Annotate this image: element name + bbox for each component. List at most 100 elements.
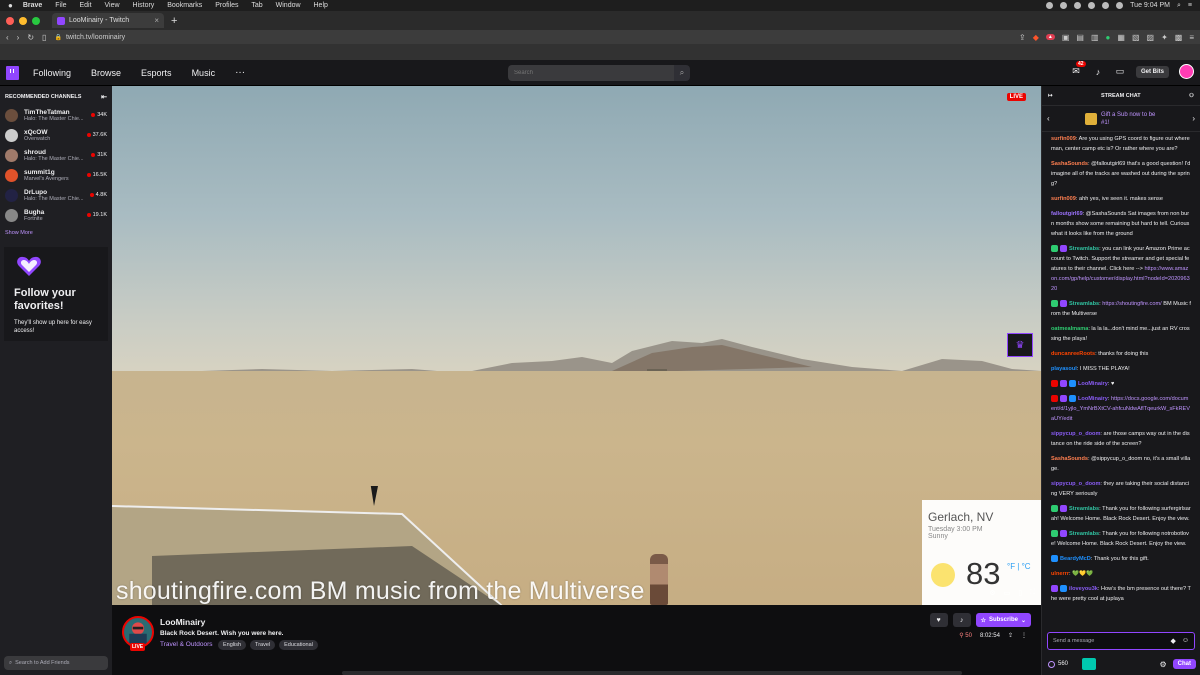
tag-english[interactable]: English [218,640,247,650]
video-player[interactable]: LIVE ♛ shoutingfire.com BM music from th… [112,86,1041,605]
chat-username[interactable]: falloutgirl69 [1051,211,1083,217]
notification-bell-button[interactable]: ♪ [952,613,971,627]
chat-username[interactable]: surfin009 [1051,136,1076,142]
chat-badge-icon[interactable] [1060,530,1067,538]
menu-help[interactable]: Help [314,2,328,9]
chat-badge-icon[interactable] [1069,380,1076,388]
battery-icon[interactable] [1116,2,1124,9]
chat-badge-icon[interactable] [1060,380,1067,388]
status-icon[interactable] [1074,2,1082,9]
chat-badge-icon[interactable] [1069,395,1076,403]
status-icon[interactable] [1088,2,1096,9]
puzzle-icon[interactable]: ✦ [1161,33,1168,42]
chevron-left-icon[interactable]: ‹ [1047,114,1050,123]
extension-icon[interactable]: ▨ [1147,33,1155,42]
share-icon[interactable]: ⇪ [1008,632,1013,639]
more-options-icon[interactable]: ⋮ [1021,632,1027,639]
status-icon[interactable] [1060,2,1068,9]
bell-icon[interactable]: ♪ [1092,66,1104,78]
chat-username[interactable]: Streamlabs [1069,301,1099,307]
brave-shield-icon[interactable]: ◆ [1033,33,1039,42]
menu-tab[interactable]: Tab [251,2,262,9]
brave-rewards-icon[interactable]: ▲ [1045,34,1055,40]
chat-username[interactable]: sippycup_o_doom [1051,431,1100,437]
back-icon[interactable]: ‹ [6,33,9,42]
user-avatar[interactable] [1179,64,1194,79]
chat-username[interactable]: surfin009 [1051,196,1076,202]
forward-icon[interactable]: › [17,33,20,42]
menu-file[interactable]: File [55,2,66,9]
inbox-icon[interactable]: ✉ 42 [1070,60,1086,78]
chat-badge-icon[interactable] [1051,245,1058,253]
control-center-icon[interactable]: ≡ [1188,2,1192,9]
nav-music[interactable]: Music [192,68,216,78]
browser-tab[interactable]: LooMinairy - Twitch × [52,13,164,28]
chat-username[interactable]: iloveyou3k [1069,586,1098,592]
chevron-right-icon[interactable]: › [1192,114,1195,123]
chat-badge-icon[interactable] [1051,505,1058,513]
twitch-logo-icon[interactable] [6,65,19,80]
close-window-button[interactable] [6,16,14,25]
chat-username[interactable]: sippycup_o_doom [1051,481,1100,487]
new-tab-button[interactable]: + [171,15,177,27]
channel-points[interactable]: 560 [1048,660,1068,668]
emote-icon[interactable]: ☺ [1182,637,1189,645]
sidebar-channel[interactable]: shroud Halo: The Master Chie... 31K [0,145,112,165]
theatre-mode-icon[interactable]: ▯ [1018,589,1022,597]
collapse-chat-icon[interactable]: ↦ [1048,93,1053,99]
reload-icon[interactable]: ↻ [27,33,34,42]
chat-input[interactable]: Send a message ◆ ☺ [1047,632,1195,650]
extension-icon[interactable]: ▧ [1132,33,1140,42]
stream-category[interactable]: Travel & Outdoors [160,641,213,648]
sidebar-channel[interactable]: TimTheTatman Halo: The Master Chie... 34K [0,105,112,125]
nav-esports[interactable]: Esports [141,68,172,78]
tag-educational[interactable]: Educational [279,640,318,650]
menu-clock[interactable]: Tue 9:04 PM [1130,2,1170,9]
menu-view[interactable]: View [105,2,120,9]
menu-app[interactable]: Brave [23,2,42,9]
chat-username[interactable]: duncanreeRoots [1051,351,1095,357]
chat-badge-icon[interactable] [1051,530,1058,538]
horizontal-scrollbar[interactable] [342,671,962,675]
chat-link[interactable]: https://shoutingfire.com/ [1102,301,1161,307]
extension-icon[interactable]: ▣ [1062,33,1070,42]
chat-badge-icon[interactable] [1051,555,1058,563]
chat-username[interactable]: LooMinairy [1078,381,1108,387]
chat-username[interactable]: playasoul [1051,366,1077,372]
chat-badge-icon[interactable] [1060,585,1067,593]
menu-bookmarks[interactable]: Bookmarks [167,2,202,9]
menu-edit[interactable]: Edit [80,2,92,9]
minimize-window-button[interactable] [19,16,27,25]
extension-icon[interactable]: ● [1106,33,1111,42]
follow-heart-button[interactable]: ♥ [929,613,948,627]
chat-username[interactable]: Streamlabs [1069,246,1099,252]
sidebar-channel[interactable]: DrLupo Halo: The Master Chie... 4.8K [0,185,112,205]
sidebar-channel[interactable]: Bugha Fortnite 19.1K [0,205,112,225]
crown-icon[interactable]: ♛ [1007,333,1033,357]
chat-username[interactable]: Streamlabs [1069,506,1099,512]
users-icon[interactable]: ⚇ [1189,93,1194,99]
streamer-name[interactable]: LooMinairy [160,617,205,627]
chat-username[interactable]: BeardyMcD [1060,556,1091,562]
more-icon[interactable]: ··· [235,67,245,78]
search-icon[interactable]: ⌕ [1177,2,1181,10]
chat-username[interactable]: SashaSounds [1051,161,1088,167]
chat-username[interactable]: oatmealmama [1051,326,1088,332]
chat-badge-icon[interactable] [1051,380,1058,388]
subscribe-button[interactable]: ☆ Subscribe ⌄ [975,613,1031,627]
collapse-icon[interactable]: ⇤ [101,93,107,101]
get-bits-button[interactable]: Get Bits [1135,65,1169,78]
gift-sub-cta[interactable]: Gift a Sub now to be #1! [1085,111,1157,127]
add-friends-input[interactable]: ⌕ Search to Add Friends [4,656,108,670]
chat-badge-icon[interactable] [1051,395,1058,403]
extension-icon[interactable]: ▩ [1175,33,1183,42]
url-field[interactable]: 🔒 twitch.tv/loominairy [54,34,125,41]
chat-username[interactable]: LooMinairy [1078,396,1108,402]
settings-icon[interactable]: ⚙ [989,589,995,597]
extension-icon[interactable]: ▥ [1091,33,1099,42]
show-more-link[interactable]: Show More [0,225,112,241]
gear-icon[interactable]: ⚙ [1159,660,1166,669]
chat-send-button[interactable]: Chat [1172,659,1196,669]
close-tab-icon[interactable]: × [154,16,159,25]
bookmark-icon[interactable]: ▯ [42,33,46,42]
